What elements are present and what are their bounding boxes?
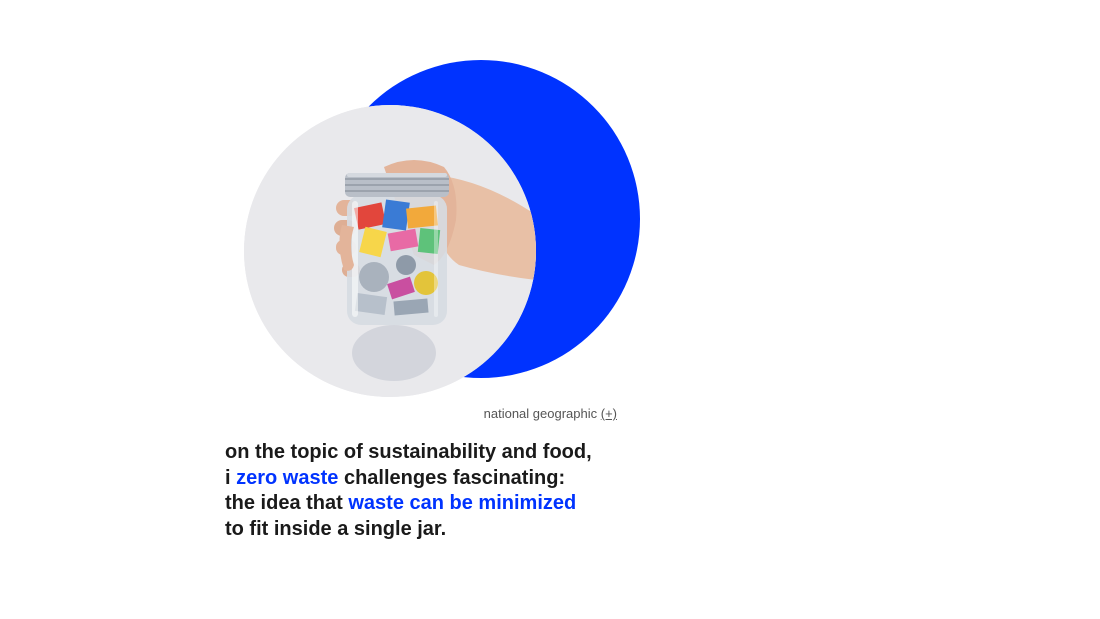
quote-line-4: to fit inside a single jar. (225, 517, 447, 540)
quote-line-2: i zero waste challenges fascinating: (225, 466, 645, 492)
quote-line-3: the idea that waste can be minimized (225, 491, 645, 517)
quote-line-1: on the topic of sustainability and food, (225, 441, 592, 463)
quote-text: on the topic of sustainability and food,… (225, 440, 645, 542)
quote-line-3-prefix: the idea that (225, 492, 349, 514)
photo-credit: national geographic (+) (400, 406, 617, 421)
highlight-waste-minimized: waste can be minimized (348, 492, 577, 514)
credit-source: national geographic (483, 406, 598, 421)
quote-line-2-prefix: i (225, 466, 237, 489)
jar-photo (244, 105, 536, 397)
jar-photo-illustration (244, 105, 536, 397)
quote-line-2-suffix: challenges fascinating: (338, 466, 566, 489)
highlight-zero-waste: zero waste (236, 466, 339, 489)
expand-plus-icon[interactable]: (+) (601, 406, 617, 421)
